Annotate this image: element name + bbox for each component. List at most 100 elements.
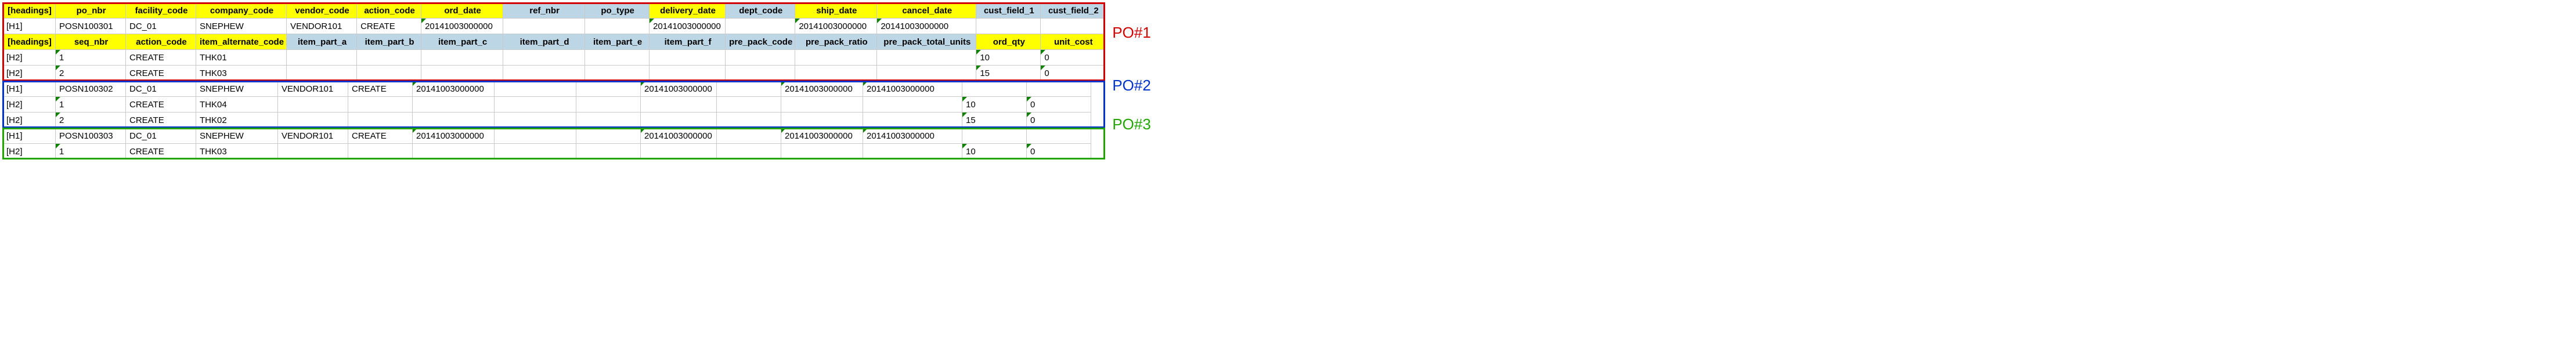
cell[interactable] bbox=[795, 66, 877, 81]
cell[interactable]: THK03 bbox=[196, 144, 278, 160]
cell[interactable] bbox=[781, 97, 863, 113]
cell[interactable]: THK03 bbox=[196, 66, 287, 81]
cell[interactable]: 20141003000000 bbox=[413, 81, 495, 97]
cell[interactable] bbox=[877, 66, 976, 81]
cell[interactable] bbox=[287, 66, 357, 81]
cell[interactable]: [H2] bbox=[3, 66, 56, 81]
cell[interactable] bbox=[726, 66, 795, 81]
cell[interactable]: dept_code bbox=[726, 3, 795, 19]
cell[interactable]: [headings] bbox=[3, 3, 56, 19]
cell[interactable]: cancel_date bbox=[877, 3, 976, 19]
cell[interactable]: cust_field_1 bbox=[976, 3, 1041, 19]
cell[interactable] bbox=[348, 113, 413, 128]
cell[interactable] bbox=[495, 113, 576, 128]
cell[interactable] bbox=[717, 81, 781, 97]
cell[interactable] bbox=[650, 50, 726, 66]
cell[interactable]: [H2] bbox=[3, 50, 56, 66]
cell[interactable]: DC_01 bbox=[126, 19, 196, 34]
cell[interactable]: 20141003000000 bbox=[781, 81, 863, 97]
cell[interactable]: item_part_b bbox=[357, 34, 421, 50]
cell[interactable]: seq_nbr bbox=[56, 34, 126, 50]
cell[interactable]: item_part_f bbox=[650, 34, 726, 50]
cell[interactable]: [H1] bbox=[3, 128, 56, 144]
cell[interactable]: CREATE bbox=[126, 50, 196, 66]
cell[interactable]: THK04 bbox=[196, 97, 278, 113]
cell[interactable] bbox=[576, 144, 641, 160]
cell[interactable]: item_part_e bbox=[585, 34, 650, 50]
cell[interactable]: 10 bbox=[962, 97, 1027, 113]
cell[interactable] bbox=[585, 19, 650, 34]
cell[interactable]: 20141003000000 bbox=[795, 19, 877, 34]
cell[interactable]: [H1] bbox=[3, 81, 56, 97]
cell[interactable]: SNEPHEW bbox=[196, 19, 287, 34]
cell[interactable] bbox=[726, 19, 795, 34]
cell[interactable] bbox=[795, 50, 877, 66]
cell[interactable]: pre_pack_total_units bbox=[877, 34, 976, 50]
cell[interactable] bbox=[576, 128, 641, 144]
cell[interactable]: SNEPHEW bbox=[196, 128, 278, 144]
cell[interactable] bbox=[585, 50, 650, 66]
cell[interactable] bbox=[495, 144, 576, 160]
cell[interactable]: 20141003000000 bbox=[641, 81, 717, 97]
cell[interactable]: POSN100303 bbox=[56, 128, 126, 144]
cell[interactable]: pre_pack_code bbox=[726, 34, 795, 50]
cell[interactable]: 2 bbox=[56, 66, 126, 81]
cell[interactable]: item_part_d bbox=[503, 34, 585, 50]
cell[interactable]: item_part_a bbox=[287, 34, 357, 50]
cell[interactable]: CREATE bbox=[126, 144, 196, 160]
cell[interactable]: 20141003000000 bbox=[863, 128, 962, 144]
cell[interactable] bbox=[413, 113, 495, 128]
cell[interactable]: action_code bbox=[126, 34, 196, 50]
cell[interactable]: POSN100301 bbox=[56, 19, 126, 34]
cell[interactable]: 20141003000000 bbox=[641, 128, 717, 144]
cell[interactable]: facility_code bbox=[126, 3, 196, 19]
cell[interactable]: CREATE bbox=[126, 97, 196, 113]
cell[interactable]: delivery_date bbox=[650, 3, 726, 19]
cell[interactable] bbox=[863, 113, 962, 128]
cell[interactable] bbox=[576, 113, 641, 128]
cell[interactable]: item_alternate_code bbox=[196, 34, 287, 50]
cell[interactable]: POSN100302 bbox=[56, 81, 126, 97]
cell[interactable] bbox=[717, 144, 781, 160]
cell[interactable] bbox=[278, 113, 348, 128]
cell[interactable] bbox=[863, 97, 962, 113]
cell[interactable] bbox=[495, 81, 576, 97]
cell[interactable]: [H2] bbox=[3, 144, 56, 160]
cell[interactable] bbox=[962, 128, 1027, 144]
cell[interactable] bbox=[1041, 19, 1105, 34]
cell[interactable]: 20141003000000 bbox=[863, 81, 962, 97]
cell[interactable] bbox=[503, 19, 585, 34]
cell[interactable]: VENDOR101 bbox=[287, 19, 357, 34]
cell[interactable] bbox=[717, 128, 781, 144]
cell[interactable]: [H2] bbox=[3, 97, 56, 113]
cell[interactable]: cust_field_2 bbox=[1041, 3, 1105, 19]
cell[interactable] bbox=[357, 66, 421, 81]
cell[interactable]: ship_date bbox=[795, 3, 877, 19]
cell[interactable] bbox=[278, 97, 348, 113]
cell[interactable]: 1 bbox=[56, 50, 126, 66]
cell[interactable]: 1 bbox=[56, 144, 126, 160]
cell[interactable] bbox=[576, 81, 641, 97]
cell[interactable] bbox=[641, 144, 717, 160]
cell[interactable]: CREATE bbox=[357, 19, 421, 34]
cell[interactable] bbox=[503, 66, 585, 81]
cell[interactable]: 0 bbox=[1027, 97, 1091, 113]
cell[interactable]: 20141003000000 bbox=[421, 19, 503, 34]
cell[interactable]: 0 bbox=[1041, 66, 1105, 81]
cell[interactable]: action_code bbox=[357, 3, 421, 19]
cell[interactable]: VENDOR101 bbox=[278, 81, 348, 97]
cell[interactable]: DC_01 bbox=[126, 81, 196, 97]
cell[interactable]: 20141003000000 bbox=[781, 128, 863, 144]
cell[interactable] bbox=[1027, 128, 1091, 144]
cell[interactable] bbox=[357, 50, 421, 66]
cell[interactable]: 1 bbox=[56, 97, 126, 113]
cell[interactable]: 0 bbox=[1041, 50, 1105, 66]
cell[interactable]: CREATE bbox=[126, 66, 196, 81]
cell[interactable]: 2 bbox=[56, 113, 126, 128]
cell[interactable]: vendor_code bbox=[287, 3, 357, 19]
cell[interactable]: 20141003000000 bbox=[877, 19, 976, 34]
cell[interactable] bbox=[413, 144, 495, 160]
cell[interactable]: unit_cost bbox=[1041, 34, 1105, 50]
cell[interactable]: ref_nbr bbox=[503, 3, 585, 19]
cell[interactable] bbox=[287, 50, 357, 66]
